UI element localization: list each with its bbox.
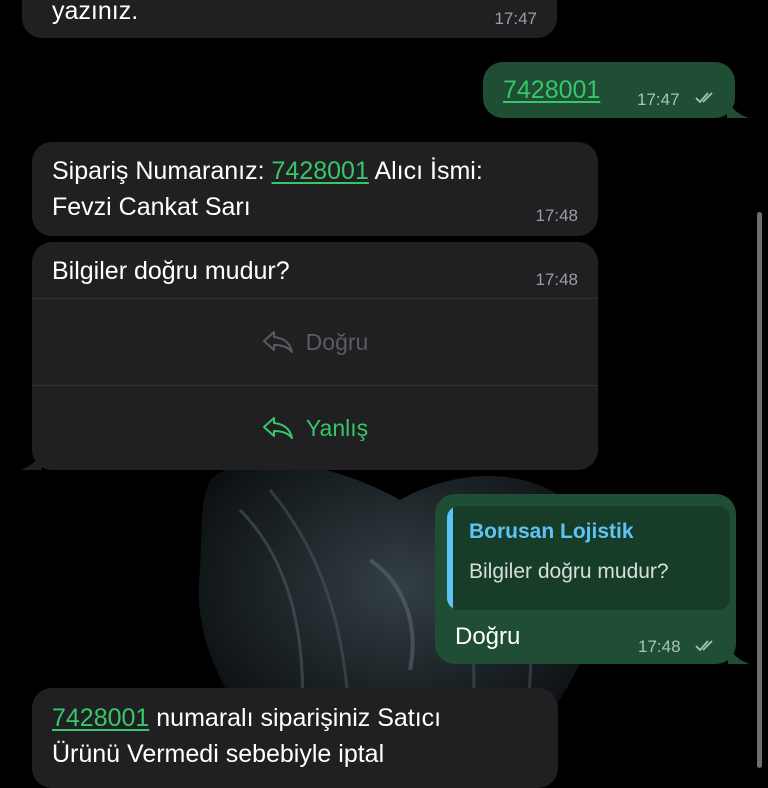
order-number-link[interactable]: 7428001 [52,704,149,732]
double-check-icon [695,92,713,104]
message-text: 7428001 numaralı siparişiniz Satıcı [52,700,441,736]
outgoing-message[interactable]: 7428001 17:47 [483,62,735,118]
reply-icon [262,417,293,439]
quoted-message[interactable]: Borusan Lojistik Bilgiler doğru mudur? [447,506,730,610]
message-time: 17:48 [535,270,578,289]
incoming-message[interactable]: Sipariş Numaranız: 7428001 Alıcı İsmi: F… [32,142,598,236]
order-number-link[interactable]: 7428001 [503,72,600,108]
order-number-link[interactable]: 7428001 [272,157,369,185]
bubble-tail [728,644,750,664]
message-time: 17:47 [494,9,537,28]
message-text: Doğru [455,623,521,650]
message-text-line1: numaralı siparişiniz Satıcı [156,704,442,732]
incoming-message[interactable]: 7428001 numaralı siparişiniz Satıcı Ürün… [32,688,558,788]
reply-button-dogru[interactable]: Doğru [32,299,598,385]
outgoing-message-with-quote[interactable]: Borusan Lojistik Bilgiler doğru mudur? D… [435,494,736,664]
message-text-line2: Ürünü Vermedi sebebiyle iptal [52,740,385,768]
bubble-tail [727,98,749,118]
quote-author: Borusan Lojistik [469,520,634,543]
scrollbar[interactable] [757,212,762,768]
reply-button-label: Yanlış [305,414,369,441]
message-time: 17:48 [535,206,578,225]
reply-button-yanlis[interactable]: Yanlış [32,385,598,471]
recipient-name: Fevzi Cankat Sarı [52,193,251,221]
double-check-icon [695,640,713,652]
reply-button-label: Doğru [305,328,369,355]
quote-text: Bilgiler doğru mudur? [469,560,669,583]
message-text: Bilgiler doğru mudur? [52,257,290,285]
message-text: yazınız. [52,0,139,25]
message-text: Sipariş Numaranız: 7428001 Alıcı İsmi: [52,153,483,189]
incoming-message[interactable]: yazınız. 17:47 [22,0,557,38]
quote-accent-bar [447,506,453,610]
bubble-tail [20,450,42,470]
reply-icon [262,331,293,353]
incoming-message-with-buttons[interactable]: Bilgiler doğru mudur? 17:48 Doğru Yanlış [32,242,598,470]
message-text-prefix: Sipariş Numaranız: [52,157,265,185]
message-time: 17:48 [638,637,681,656]
message-time: 17:47 [637,90,680,109]
message-text-suffix: Alıcı İsmi: [374,157,483,185]
